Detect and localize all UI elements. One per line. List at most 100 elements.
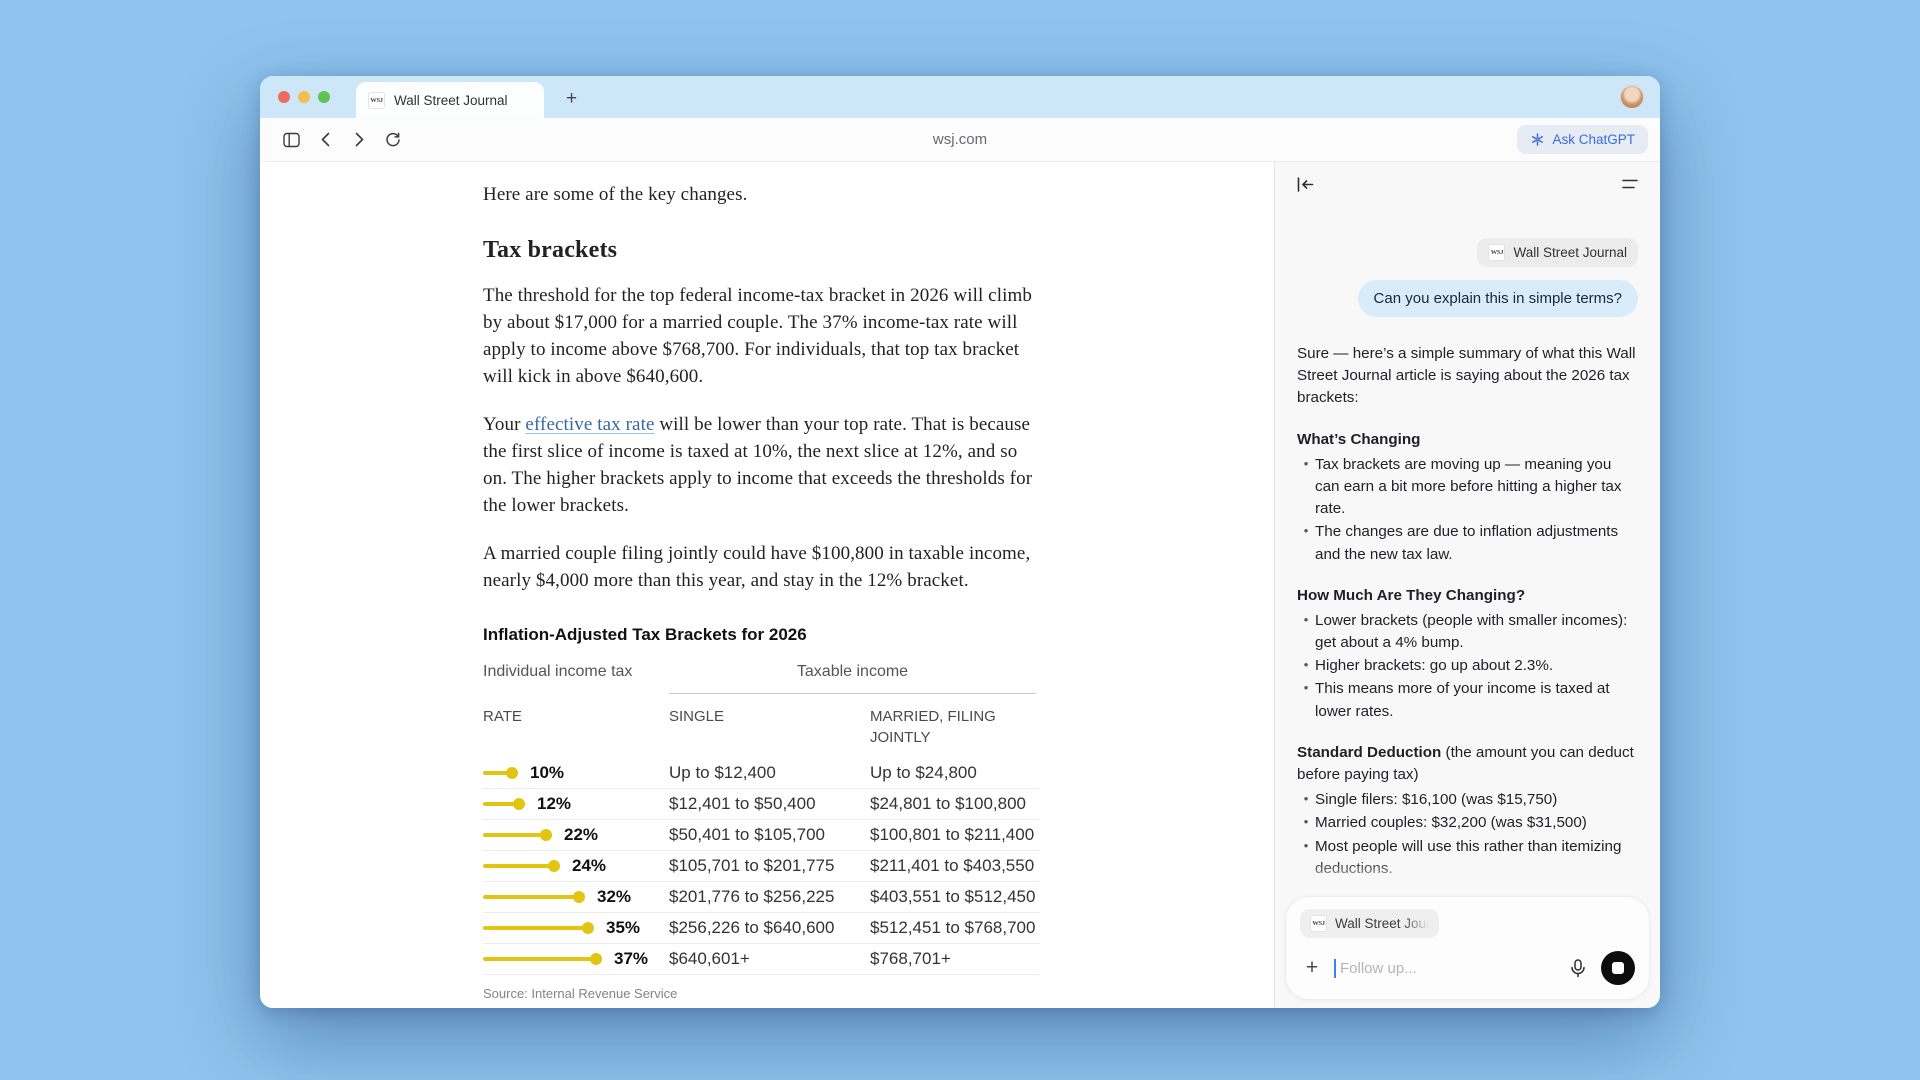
assistant-intro: Sure — here’s a simple summary of what t… [1297,343,1638,410]
chat-thread: WSJ Wall Street Journal Can you explain … [1275,206,1660,1008]
rate-bar [483,771,513,775]
tax-brackets-table: Inflation-Adjusted Tax Brackets for 2026… [483,623,1039,1004]
tab-title: Wall Street Journal [394,93,508,108]
browser-window: WSJ Wall Street Journal + wsj.com [260,76,1660,1008]
rate-value: 24% [572,854,606,878]
section-title-standard-deduction: Standard Deduction (the amount you can d… [1297,742,1638,786]
assistant-message: Sure — here’s a simple summary of what t… [1297,343,1638,970]
sidebar-menu-icon[interactable] [1616,170,1644,198]
minimize-window-button[interactable] [298,91,310,103]
wsj-favicon-icon: WSJ [368,92,385,109]
article-paragraph: A married couple filing jointly could ha… [483,541,1039,595]
chatgpt-sidebar: WSJ Wall Street Journal Can you explain … [1274,162,1660,1008]
rate-value: 10% [530,761,564,785]
back-button-icon[interactable] [308,125,342,155]
table-row: 35% $256,226 to $640,600 $512,451 to $76… [483,913,1039,944]
bullet-text: Higher brackets: go up about 2.3%. [1315,655,1638,677]
single-range: $256,226 to $640,600 [669,916,870,940]
article-heading-tax-brackets: Tax brackets [483,233,1039,267]
table-row: 22% $50,401 to $105,700 $100,801 to $211… [483,820,1039,851]
bullet-item: •This means more of your income is taxed… [1297,678,1638,722]
address-url[interactable]: wsj.com [260,131,1660,148]
article-pane: Here are some of the key changes. Tax br… [260,162,1274,1008]
bullet-text: The changes are due to inflation adjustm… [1315,521,1638,565]
bullet-text: This means more of your income is taxed … [1315,678,1638,722]
navigation-bar: wsj.com Ask ChatGPT [260,118,1660,162]
article-paragraph: Your effective tax rate will be lower th… [483,412,1039,520]
married-range: Up to $24,800 [870,761,1036,785]
tab-bar: WSJ Wall Street Journal + [260,76,1660,118]
window-controls [278,91,330,103]
ask-chatgpt-label: Ask ChatGPT [1552,132,1635,147]
user-message-bubble: Can you explain this in simple terms? [1358,280,1638,317]
composer: WSJ Wall Street Journal + [1285,896,1650,1000]
bullet-text: Single filers: $16,100 (was $15,750) [1315,789,1638,811]
rate-value: 22% [564,823,598,847]
bullet-item: •Higher brackets: go up about 2.3%. [1297,655,1638,677]
composer-context-chip[interactable]: WSJ Wall Street Journal [1300,909,1439,938]
microphone-icon[interactable] [1565,955,1591,981]
table-row: 24% $105,701 to $201,775 $211,401 to $40… [483,851,1039,882]
bullet-item: •Married couples: $32,200 (was $31,500) [1297,812,1638,834]
table-source: Source: Internal Revenue Service [483,985,1039,1003]
tab-wall-street-journal[interactable]: WSJ Wall Street Journal [356,82,544,118]
single-range: $640,601+ [669,947,870,971]
rate-value: 32% [597,885,631,909]
openai-logo-icon [1530,132,1545,147]
bullet-text: Lower brackets (people with smaller inco… [1315,610,1638,654]
table-title: Inflation-Adjusted Tax Brackets for 2026 [483,623,1039,647]
rate-bar [483,957,597,961]
rate-value: 35% [606,916,640,940]
bullet-item: •Most people will use this rather than i… [1297,836,1638,880]
profile-avatar[interactable] [1620,85,1644,109]
married-range: $24,801 to $100,800 [870,792,1036,816]
bullet-item: •The changes are due to inflation adjust… [1297,521,1638,565]
rate-bar [483,802,520,806]
article-intro: Here are some of the key changes. [483,182,1039,209]
text-cursor [1334,959,1336,978]
context-chip-wsj[interactable]: WSJ Wall Street Journal [1477,238,1638,267]
stop-square-icon [1612,962,1624,974]
bullet-text: Most people will use this rather than it… [1315,836,1638,880]
collapse-sidebar-icon[interactable] [1291,170,1319,198]
reload-button-icon[interactable] [376,125,410,155]
bullet-text: Married couples: $32,200 (was $31,500) [1315,812,1638,834]
married-range: $403,551 to $512,450 [870,885,1036,909]
bullet-item: •Single filers: $16,100 (was $15,750) [1297,789,1638,811]
column-header-single: SINGLE [669,706,870,749]
close-window-button[interactable] [278,91,290,103]
sidebar-toggle-icon[interactable] [274,125,308,155]
rate-bar [483,926,589,930]
married-range: $211,401 to $403,550 [870,854,1036,878]
table-row: 32% $201,776 to $256,225 $403,551 to $51… [483,882,1039,913]
stop-generating-button[interactable] [1601,951,1635,985]
rate-value: 12% [537,792,571,816]
attach-plus-icon[interactable]: + [1300,956,1324,980]
column-header-married: MARRIED, FILING JOINTLY [870,706,1036,749]
paragraph-text: Your [483,414,525,435]
table-row: 10% Up to $12,400 Up to $24,800 [483,758,1039,789]
wsj-favicon-icon: WSJ [1488,244,1505,261]
context-chip-label: Wall Street Journal [1513,245,1627,260]
section-title-bold: Standard Deduction [1297,744,1441,761]
effective-tax-rate-link[interactable]: effective tax rate [525,414,654,435]
rate-bar [483,833,547,837]
bullet-item: •Lower brackets (people with smaller inc… [1297,610,1638,654]
table-group-individual: Individual income tax [483,661,669,694]
single-range: $50,401 to $105,700 [669,823,870,847]
forward-button-icon[interactable] [342,125,376,155]
single-range: Up to $12,400 [669,761,870,785]
married-range: $768,701+ [870,947,1036,971]
married-range: $512,451 to $768,700 [870,916,1036,940]
ask-chatgpt-button[interactable]: Ask ChatGPT [1517,125,1648,154]
zoom-window-button[interactable] [318,91,330,103]
table-row: 12% $12,401 to $50,400 $24,801 to $100,8… [483,789,1039,820]
follow-up-input[interactable] [1340,960,1555,977]
rate-bar [483,895,580,899]
wsj-favicon-icon: WSJ [1310,915,1327,932]
section-title-whats-changing: What’s Changing [1297,429,1638,451]
married-range: $100,801 to $211,400 [870,823,1036,847]
new-tab-button[interactable]: + [566,88,577,110]
single-range: $201,776 to $256,225 [669,885,870,909]
table-group-taxable-income: Taxable income [669,661,1036,694]
